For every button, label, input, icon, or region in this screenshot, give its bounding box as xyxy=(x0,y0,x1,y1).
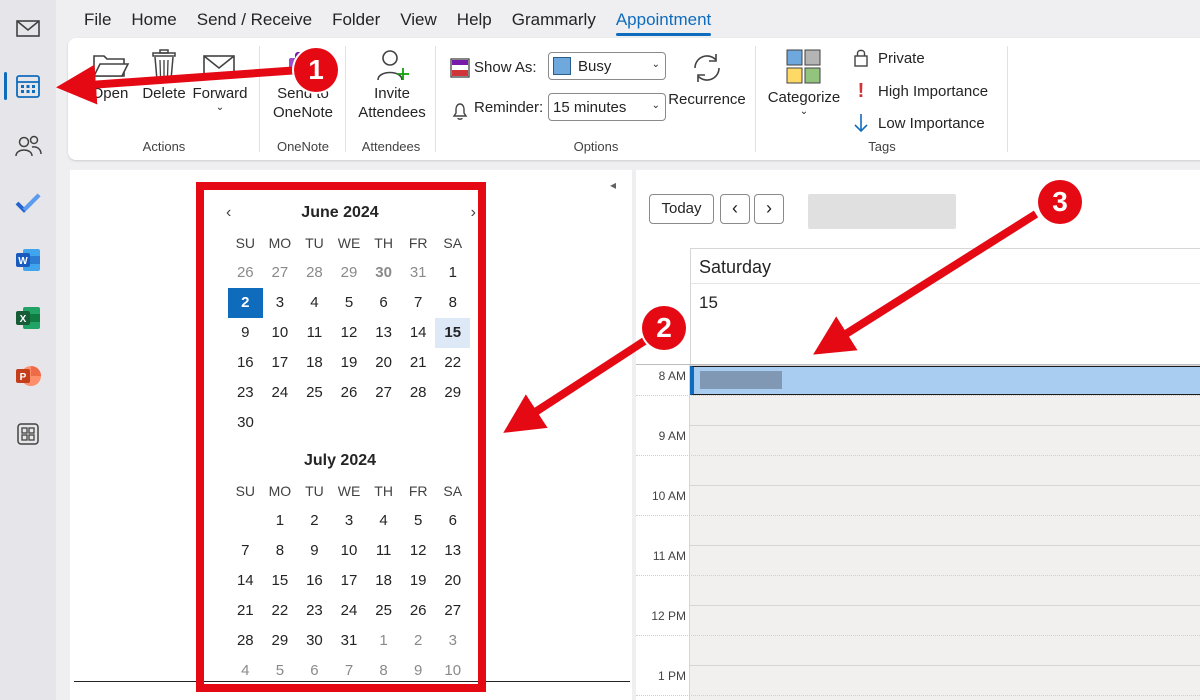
annotation-badge-1: 1 xyxy=(294,48,338,92)
arrow-2 xyxy=(503,336,649,433)
arrow-1 xyxy=(56,64,301,105)
arrow-3 xyxy=(813,210,1039,355)
annotation-badge-3: 3 xyxy=(1038,180,1082,224)
annotation-badge-2: 2 xyxy=(642,306,686,350)
annotation-arrows xyxy=(56,64,1039,433)
